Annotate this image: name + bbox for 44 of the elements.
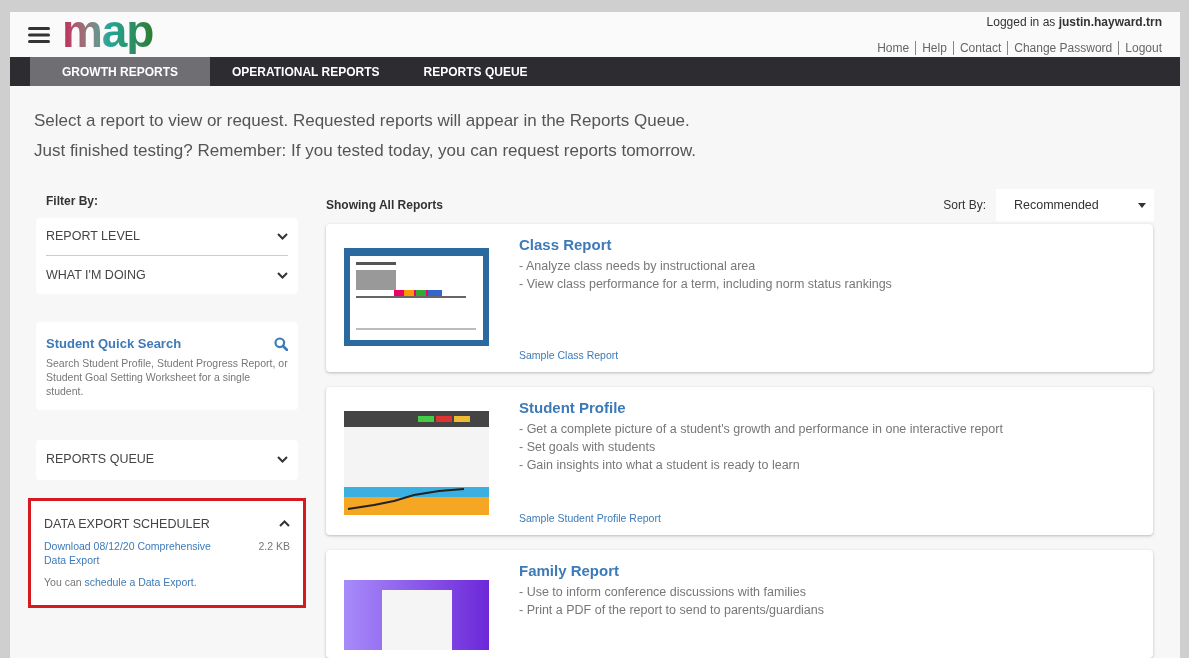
results-heading: Showing All Reports	[326, 197, 443, 214]
schedule-note: You can schedule a Data Export.	[44, 575, 198, 591]
report-description: - Get a complete picture of a student's growth and performance in one interactive report	[519, 420, 1004, 438]
filter-dropdown[interactable]: REPORT LEVEL	[46, 218, 288, 256]
report-description: - Gain insights into what a student is ready to learn	[519, 456, 801, 474]
filter-heading: Filter By:	[45, 193, 99, 210]
data-export-heading[interactable]: DATA EXPORT SCHEDULER	[44, 514, 210, 534]
sort-dropdown[interactable]: Recommended	[996, 189, 1154, 221]
quick-search-link[interactable]: Student Quick Search	[46, 334, 182, 354]
report-title-link[interactable]: Family Report	[519, 560, 1135, 583]
report-title-link[interactable]: Student Profile	[519, 397, 1135, 420]
menu-icon[interactable]	[28, 26, 50, 43]
schedule-link[interactable]: schedule a Data Export.	[84, 576, 197, 589]
chevron-up-icon	[279, 520, 290, 528]
caret-icon	[1138, 202, 1146, 208]
report-description: - Set goals with students	[519, 438, 657, 456]
quick-search-description: Search Student Profile, Student Progress Report, or Student Goal Setting Worksheet for a single student.	[46, 355, 288, 398]
nav-tab[interactable]: REPORTS QUEUE	[401, 57, 550, 86]
report-title-link[interactable]: Class Report	[519, 234, 1135, 257]
file-size: 2.2 KB	[258, 539, 290, 555]
nav-tab[interactable]: OPERATIONAL REPORTS	[210, 57, 402, 86]
intro-text: Select a report to view or request. Requested reports will appear in the Reports Queue.	[34, 110, 691, 132]
sort-label: Sort By:	[943, 197, 986, 214]
intro-text: Just finished testing? Remember: If you tested today, you can request reports tomorrow.	[34, 140, 698, 162]
header-link[interactable]: Help	[922, 38, 947, 57]
sample-report-link[interactable]: Sample Student Profile Report	[519, 511, 1135, 527]
report-description: - Print a PDF of the report to send to parents/guardians	[519, 601, 826, 619]
filter-dropdown[interactable]: WHAT I'M DOING	[46, 256, 288, 294]
header-link[interactable]: Contact	[959, 38, 1002, 57]
report-description: - View class performance for a term, including norm status rankings	[519, 275, 893, 293]
reports-queue-dropdown[interactable]: REPORTS QUEUE	[36, 439, 298, 480]
report-description: - Use to inform conference discussions with families	[519, 583, 807, 601]
download-link[interactable]: Download 08/12/20 Comprehensive Data Export	[44, 539, 234, 568]
header-link[interactable]: Logout	[1125, 38, 1162, 57]
login-status: Logged in as justin.hayward.trn	[986, 13, 1162, 31]
report-description: - Analyze class needs by instructional area	[519, 257, 757, 275]
chevron-down-icon	[277, 271, 288, 279]
header-link[interactable]: Change Password	[1014, 38, 1113, 57]
search-icon[interactable]	[274, 336, 288, 351]
chevron-down-icon	[277, 233, 288, 240]
sample-report-link[interactable]: Sample Class Report	[519, 348, 1135, 364]
chevron-down-icon	[277, 456, 288, 463]
nav-tab[interactable]: GROWTH REPORTS	[30, 57, 210, 86]
header-link[interactable]: Home	[877, 38, 910, 57]
